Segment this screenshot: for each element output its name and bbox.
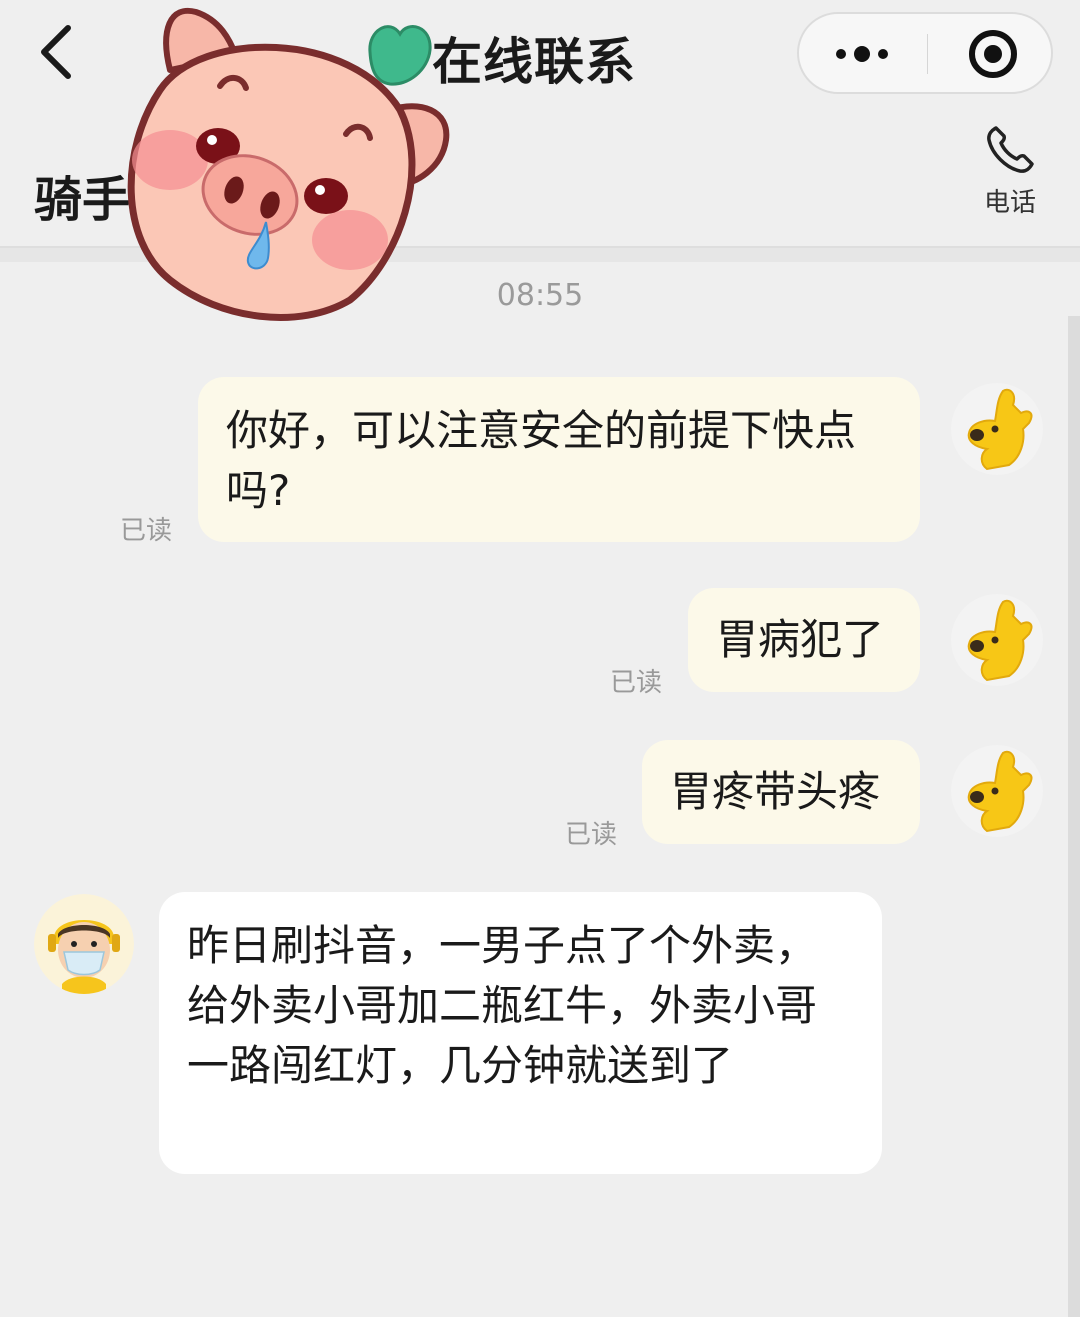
back-arrow-icon[interactable] bbox=[30, 20, 90, 84]
my-avatar-kangaroo[interactable] bbox=[951, 745, 1043, 837]
rider-message-bubble[interactable]: 昨日刷抖音，一男子点了个外卖，给外卖小哥加二瓶红牛，外卖小哥一路闯红灯，几分钟就… bbox=[159, 892, 882, 1174]
phone-button[interactable]: 电话 bbox=[970, 122, 1050, 232]
phone-icon bbox=[987, 126, 1034, 173]
capsule-divider bbox=[927, 34, 928, 74]
read-status: 已读 bbox=[120, 516, 173, 546]
read-status: 已读 bbox=[565, 820, 618, 850]
my-avatar-kangaroo[interactable] bbox=[951, 594, 1043, 686]
my-message-bubble[interactable]: 你好，可以注意安全的前提下快点吗? bbox=[198, 377, 920, 542]
pig-face-sticker bbox=[100, 0, 470, 330]
more-dots-icon[interactable] bbox=[799, 14, 925, 92]
scrollbar[interactable] bbox=[1068, 316, 1080, 1317]
rider-avatar[interactable] bbox=[34, 894, 134, 994]
mini-program-capsule bbox=[797, 12, 1053, 94]
read-status: 已读 bbox=[610, 668, 663, 698]
my-message-bubble[interactable]: 胃病犯了 bbox=[688, 588, 920, 692]
my-avatar-kangaroo[interactable] bbox=[951, 383, 1043, 475]
phone-label: 电话 bbox=[983, 188, 1036, 218]
my-message-bubble[interactable]: 胃疼带头疼 bbox=[642, 740, 920, 844]
close-target-icon[interactable] bbox=[929, 14, 1053, 92]
